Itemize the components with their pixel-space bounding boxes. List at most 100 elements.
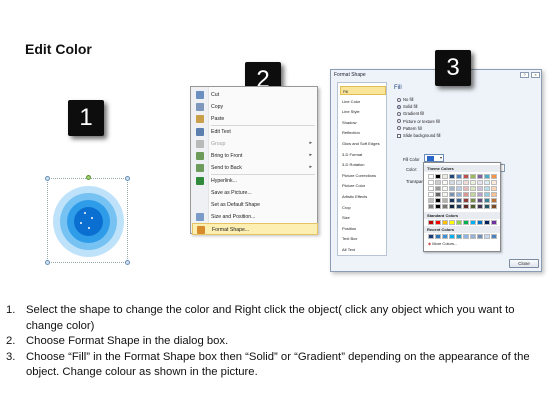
menu-item-cut[interactable]: Cut xyxy=(192,89,318,101)
theme-color-swatch[interactable] xyxy=(456,192,462,197)
rotation-handle[interactable] xyxy=(86,175,91,180)
theme-color-swatch[interactable] xyxy=(456,204,462,209)
theme-color-swatch[interactable] xyxy=(442,204,448,209)
fill-option-solid-fill[interactable]: Solid fill xyxy=(397,104,417,109)
recent-color-swatch[interactable] xyxy=(428,234,434,239)
theme-color-swatch[interactable] xyxy=(428,180,434,185)
menu-item-paste[interactable]: Paste xyxy=(192,113,318,125)
theme-color-swatch[interactable] xyxy=(449,204,455,209)
theme-color-swatch[interactable] xyxy=(456,186,462,191)
fill-option-pattern-fill[interactable]: Pattern fill xyxy=(397,126,422,131)
theme-color-swatch[interactable] xyxy=(442,174,448,179)
theme-color-swatch[interactable] xyxy=(442,192,448,197)
nav-item-picture-corrections[interactable]: Picture Corrections xyxy=(340,171,386,180)
theme-color-swatch[interactable] xyxy=(449,186,455,191)
theme-color-swatch[interactable] xyxy=(484,186,490,191)
close-button[interactable]: Close xyxy=(509,259,539,268)
nav-item-picture-color[interactable]: Picture Color xyxy=(340,181,386,190)
nav-item-position[interactable]: Position xyxy=(340,224,386,233)
standard-color-swatch[interactable] xyxy=(435,220,441,225)
theme-color-swatch[interactable] xyxy=(435,186,441,191)
theme-color-swatch[interactable] xyxy=(456,174,462,179)
menu-item-copy[interactable]: Copy xyxy=(192,101,318,113)
standard-color-swatch[interactable] xyxy=(470,220,476,225)
recent-color-swatch[interactable] xyxy=(435,234,441,239)
theme-color-swatch[interactable] xyxy=(470,198,476,203)
menu-item-save-as-picture[interactable]: Save as Picture... xyxy=(192,187,318,199)
standard-color-swatch[interactable] xyxy=(463,220,469,225)
theme-color-swatch[interactable] xyxy=(442,186,448,191)
theme-color-swatch[interactable] xyxy=(470,174,476,179)
menu-item-send-to-back[interactable]: Send to Back ▸ xyxy=(192,162,318,174)
resize-handle-br[interactable] xyxy=(125,260,130,265)
theme-color-swatch[interactable] xyxy=(449,198,455,203)
fill-option-picture-or-texture-fill[interactable]: Picture or texture fill xyxy=(397,119,440,124)
theme-color-swatch[interactable] xyxy=(477,180,483,185)
theme-color-swatch[interactable] xyxy=(470,192,476,197)
menu-item-hyperlink[interactable]: Hyperlink... xyxy=(192,175,318,187)
nav-item-3-d-format[interactable]: 3-D Format xyxy=(340,150,386,159)
theme-color-swatch[interactable] xyxy=(463,204,469,209)
nav-item-shadow[interactable]: Shadow xyxy=(340,118,386,127)
standard-color-swatch[interactable] xyxy=(484,220,490,225)
help-button[interactable]: ? xyxy=(520,72,529,78)
fill-option-gradient-fill[interactable]: Gradient fill xyxy=(397,111,424,116)
recent-color-swatch[interactable] xyxy=(463,234,469,239)
theme-color-swatch[interactable] xyxy=(484,204,490,209)
nav-item-line-style[interactable]: Line Style xyxy=(340,107,386,116)
theme-color-swatch[interactable] xyxy=(477,174,483,179)
theme-color-swatch[interactable] xyxy=(477,204,483,209)
theme-color-swatch[interactable] xyxy=(435,192,441,197)
theme-color-swatch[interactable] xyxy=(470,186,476,191)
theme-color-swatch[interactable] xyxy=(470,180,476,185)
checkbox[interactable] xyxy=(397,133,401,138)
theme-color-swatch[interactable] xyxy=(435,204,441,209)
theme-color-swatch[interactable] xyxy=(442,180,448,185)
radio-button[interactable] xyxy=(397,104,401,109)
theme-color-swatch[interactable] xyxy=(428,204,434,209)
close-x-button[interactable]: × xyxy=(531,72,540,78)
theme-color-swatch[interactable] xyxy=(484,174,490,179)
theme-color-swatch[interactable] xyxy=(491,174,497,179)
nav-item-size[interactable]: Size xyxy=(340,213,386,222)
theme-color-swatch[interactable] xyxy=(477,186,483,191)
radio-button[interactable] xyxy=(397,111,401,116)
standard-color-swatch[interactable] xyxy=(477,220,483,225)
theme-color-swatch[interactable] xyxy=(428,174,434,179)
theme-color-swatch[interactable] xyxy=(428,198,434,203)
theme-color-swatch[interactable] xyxy=(463,180,469,185)
theme-color-swatch[interactable] xyxy=(463,174,469,179)
theme-color-swatch[interactable] xyxy=(435,180,441,185)
menu-item-bring-to-front[interactable]: Bring to Front ▸ xyxy=(192,150,318,162)
menu-item-size-and-position[interactable]: Size and Position... xyxy=(192,211,318,223)
recent-color-swatch[interactable] xyxy=(442,234,448,239)
recent-color-swatch[interactable] xyxy=(484,234,490,239)
theme-color-swatch[interactable] xyxy=(477,192,483,197)
theme-color-swatch[interactable] xyxy=(449,174,455,179)
recent-color-swatch[interactable] xyxy=(470,234,476,239)
nav-item-3-d-rotation[interactable]: 3-D Rotation xyxy=(340,160,386,169)
theme-color-swatch[interactable] xyxy=(456,180,462,185)
radio-button[interactable] xyxy=(397,119,401,124)
nav-item-fill[interactable]: Fill xyxy=(340,86,386,95)
menu-item-format-shape[interactable]: Format Shape... xyxy=(192,223,318,235)
theme-color-swatch[interactable] xyxy=(449,192,455,197)
theme-color-swatch[interactable] xyxy=(449,180,455,185)
resize-handle-bl[interactable] xyxy=(45,260,50,265)
nav-item-artistic-effects[interactable]: Artistic Effects xyxy=(340,192,386,201)
menu-item-set-as-default-shape[interactable]: Set as Default Shape xyxy=(192,199,318,211)
more-colors-link[interactable]: ◆ More Colors... xyxy=(428,241,457,246)
theme-color-swatch[interactable] xyxy=(463,186,469,191)
theme-color-swatch[interactable] xyxy=(435,174,441,179)
standard-color-swatch[interactable] xyxy=(428,220,434,225)
theme-color-swatch[interactable] xyxy=(435,198,441,203)
theme-color-swatch[interactable] xyxy=(456,198,462,203)
selected-shape[interactable] xyxy=(45,175,130,265)
theme-color-swatch[interactable] xyxy=(491,180,497,185)
standard-color-swatch[interactable] xyxy=(449,220,455,225)
nav-item-reflection[interactable]: Reflection xyxy=(340,128,386,137)
nav-item-glow-and-soft-edges[interactable]: Glow and Soft Edges xyxy=(340,139,386,148)
theme-color-swatch[interactable] xyxy=(428,186,434,191)
menu-item-edit-text[interactable]: Edit Text xyxy=(192,126,318,138)
resize-handle-tl[interactable] xyxy=(45,176,50,181)
